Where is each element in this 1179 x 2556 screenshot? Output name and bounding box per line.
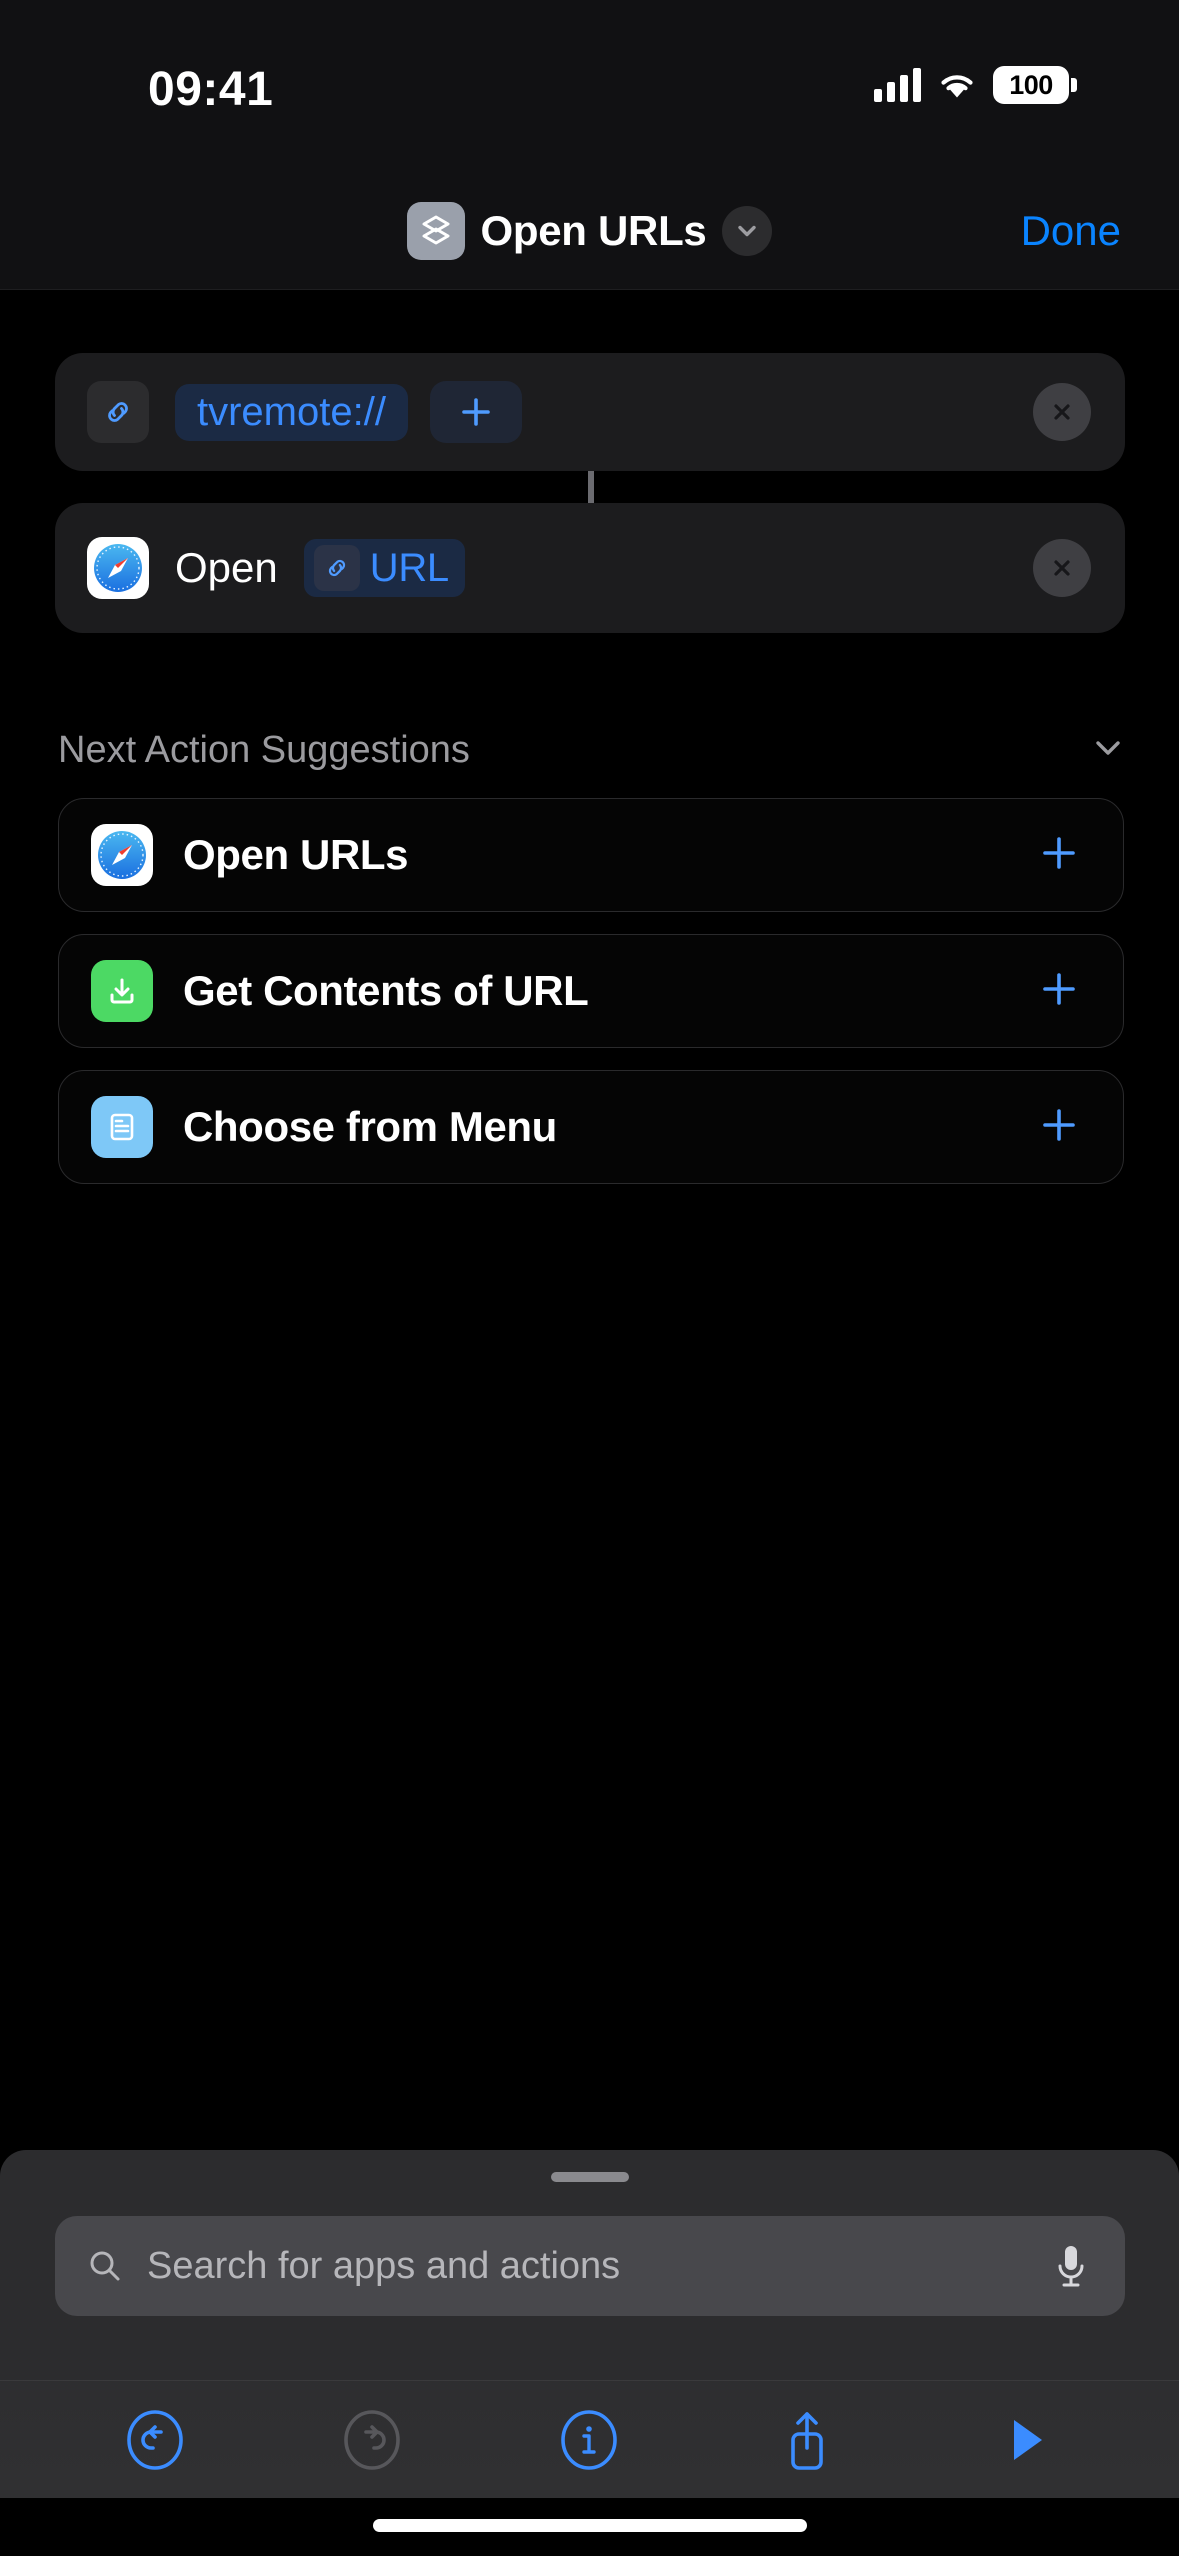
undo-button[interactable] (107, 2392, 203, 2488)
safari-compass-icon (91, 824, 153, 886)
done-button[interactable]: Done (1021, 207, 1121, 255)
link-chain-icon (87, 381, 149, 443)
safari-compass-icon (87, 537, 149, 599)
search-magnifier-icon (90, 2251, 120, 2281)
shortcut-title-group[interactable]: Open URLs (406, 201, 773, 260)
plus-icon[interactable] (1037, 831, 1081, 880)
status-bar-time: 09:41 (148, 63, 274, 116)
action-card-open[interactable]: Open URL (55, 503, 1125, 633)
action-connector-line (588, 471, 594, 503)
link-chain-icon (313, 545, 360, 591)
battery-indicator: 100 (993, 66, 1077, 104)
plus-icon[interactable] (1037, 967, 1081, 1016)
close-x-icon[interactable] (1033, 383, 1091, 441)
page-title: Open URLs (480, 206, 707, 254)
iphone-screen: 09:41 100 Open URLs Done tvremote:// Ope… (0, 0, 1179, 2556)
signal-bars-icon (874, 68, 921, 102)
add-url-button[interactable] (429, 381, 522, 443)
chevron-down-icon[interactable] (722, 205, 773, 256)
run-button[interactable] (976, 2392, 1072, 2488)
chevron-down-icon[interactable] (1088, 735, 1128, 766)
list-item[interactable]: Open URLs (58, 798, 1124, 912)
action-card-url[interactable]: tvremote:// (55, 353, 1125, 471)
navigation-bar: Open URLs Done (0, 172, 1179, 290)
url-variable-token[interactable]: URL (303, 539, 465, 597)
battery-percent: 100 (1009, 69, 1053, 100)
wifi-icon (941, 75, 973, 98)
status-bar: 09:41 100 (0, 0, 1179, 172)
list-item[interactable]: Choose from Menu (58, 1070, 1124, 1184)
url-variable-text: URL (369, 545, 449, 590)
info-button[interactable] (541, 2392, 637, 2488)
suggestions-title: Next Action Suggestions (58, 728, 470, 771)
url-value-text: tvremote:// (197, 389, 386, 434)
redo-button[interactable] (324, 2392, 420, 2488)
next-action-suggestions-header[interactable]: Next Action Suggestions (58, 720, 1128, 780)
list-item-label: Get Contents of URL (183, 967, 589, 1014)
choose-from-menu-list-icon (91, 1096, 153, 1158)
close-x-icon[interactable] (1033, 539, 1091, 597)
stacked-layers-icon (406, 201, 465, 260)
plus-icon[interactable] (1037, 1103, 1081, 1152)
get-contents-download-icon (91, 960, 153, 1022)
editor-toolbar (0, 2380, 1179, 2498)
status-bar-indicators: 100 (874, 62, 1077, 108)
action-library-sheet: Search for apps and actions (0, 2150, 1179, 2380)
search-placeholder: Search for apps and actions (147, 2244, 621, 2287)
home-indicator (372, 2519, 807, 2532)
share-button[interactable] (759, 2392, 855, 2488)
url-value-token[interactable]: tvremote:// (175, 383, 408, 441)
list-item-label: Choose from Menu (183, 1103, 557, 1150)
list-item-label: Open URLs (183, 831, 409, 878)
suggestion-list: Open URLs Get Contents of URL Choose fro… (58, 798, 1124, 1206)
list-item[interactable]: Get Contents of URL (58, 934, 1124, 1048)
action-verb: Open (175, 544, 278, 591)
microphone-icon[interactable] (1051, 2240, 1091, 2292)
sheet-grabber-handle[interactable] (550, 2172, 629, 2182)
search-input[interactable]: Search for apps and actions (55, 2216, 1125, 2316)
